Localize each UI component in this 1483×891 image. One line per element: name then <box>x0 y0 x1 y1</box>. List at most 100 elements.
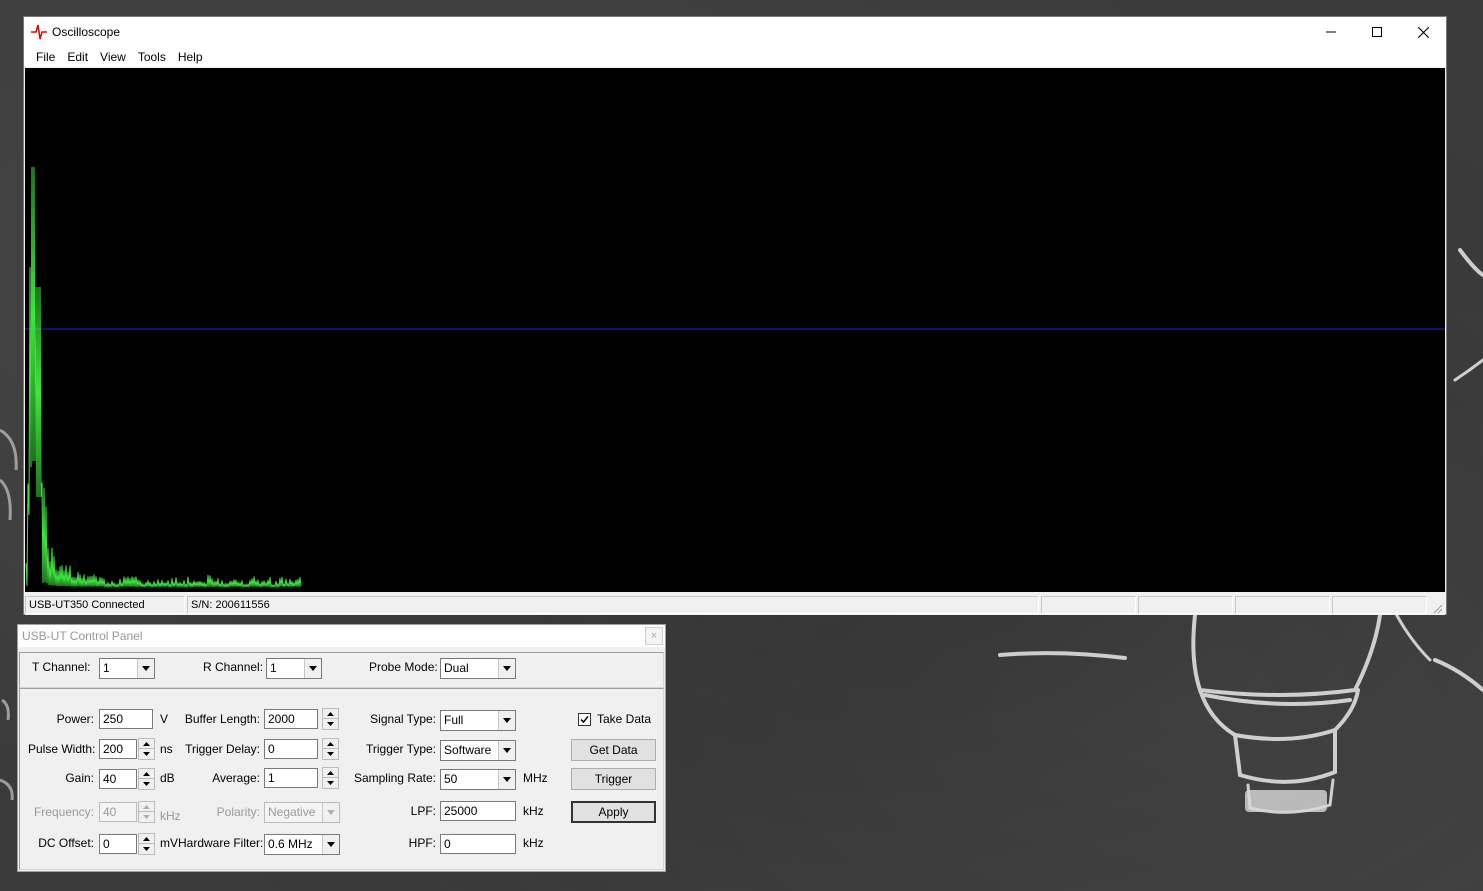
panel-title[interactable]: USB-UT Control Panel <box>18 625 665 647</box>
status-connection: USB-UT350 Connected <box>25 596 185 614</box>
spin-down-icon[interactable] <box>139 749 154 759</box>
spin-up-icon[interactable] <box>139 769 154 779</box>
close-button[interactable] <box>1400 17 1446 47</box>
r-channel-select[interactable]: 1 <box>266 658 322 679</box>
minimize-button[interactable] <box>1308 17 1354 47</box>
spin-up-icon[interactable] <box>139 739 154 749</box>
apply-button[interactable]: Apply <box>571 801 656 823</box>
hardware-filter-value: 0.6 MHz <box>268 837 313 851</box>
waveform-canvas <box>25 166 1445 589</box>
signal-type-value: Full <box>444 713 464 727</box>
menu-help[interactable]: Help <box>172 50 209 64</box>
t-channel-value: 1 <box>103 661 110 675</box>
trigger-type-value: Software <box>444 743 492 757</box>
polarity-label: Polarity: <box>216 805 260 819</box>
pulse-width-unit: ns <box>160 742 173 756</box>
close-icon <box>1417 26 1429 38</box>
control-panel: USB-UT Control Panel × T Channel: 1 R Ch… <box>17 624 666 872</box>
take-data-label: Take Data <box>597 712 652 726</box>
status-pane-4 <box>1138 596 1233 614</box>
spin-down-icon <box>139 812 154 822</box>
spin-up-icon[interactable] <box>323 739 338 749</box>
gain-input[interactable]: 40 <box>99 769 137 789</box>
t-channel-label: T Channel: <box>32 660 91 674</box>
lpf-label: LPF: <box>410 804 436 818</box>
frequency-input: 40 <box>99 802 137 822</box>
trigger-delay-spinner[interactable] <box>322 738 339 760</box>
waveform-display[interactable] <box>25 68 1445 592</box>
trigger-button[interactable]: Trigger <box>571 768 656 790</box>
minimize-icon <box>1326 31 1336 33</box>
dropdown-arrow-icon <box>498 770 515 789</box>
status-pane-5 <box>1235 596 1330 614</box>
spin-up-icon[interactable] <box>323 709 338 719</box>
status-bar: USB-UT350 Connected S/N: 200611556 <box>25 595 1445 615</box>
r-channel-value: 1 <box>270 661 277 675</box>
pulse-width-label: Pulse Width: <box>28 742 96 756</box>
status-pane-3 <box>1041 596 1136 614</box>
maximize-button[interactable] <box>1354 17 1400 47</box>
frequency-label: Frequency: <box>33 805 94 819</box>
average-input[interactable]: 1 <box>264 768 318 788</box>
panel-close-button[interactable]: × <box>645 627 663 645</box>
spin-down-icon[interactable] <box>139 844 154 854</box>
probe-mode-value: Dual <box>444 661 469 675</box>
t-channel-select[interactable]: 1 <box>99 658 155 679</box>
buffer-length-input[interactable]: 2000 <box>264 709 318 729</box>
spin-down-icon[interactable] <box>323 778 338 788</box>
r-channel-label: R Channel: <box>203 660 264 674</box>
hardware-filter-label: Hardware Filter: <box>178 836 264 850</box>
trigger-delay-input[interactable]: 0 <box>264 739 318 759</box>
signal-type-label: Signal Type: <box>370 712 436 726</box>
buffer-length-spinner[interactable] <box>322 708 339 730</box>
spin-up-icon[interactable] <box>323 768 338 778</box>
pulse-width-spinner[interactable] <box>138 738 155 760</box>
trigger-type-select[interactable]: Software <box>440 740 516 761</box>
get-data-button[interactable]: Get Data <box>571 739 656 761</box>
lpf-unit: kHz <box>523 804 544 818</box>
average-spinner[interactable] <box>322 767 339 789</box>
polarity-value: Negative <box>268 805 316 819</box>
menu-tools[interactable]: Tools <box>132 50 172 64</box>
status-serial: S/N: 200611556 <box>187 596 1039 614</box>
maximize-icon <box>1372 27 1382 37</box>
polarity-select: Negative <box>264 802 340 823</box>
sampling-rate-select[interactable]: 50 <box>440 769 516 790</box>
dc-offset-unit: mV <box>160 836 178 850</box>
sampling-rate-unit: MHz <box>523 771 548 785</box>
spin-down-icon[interactable] <box>323 749 338 759</box>
menu-edit[interactable]: Edit <box>61 50 94 64</box>
probe-mode-select[interactable]: Dual <box>440 658 516 679</box>
hardware-filter-select[interactable]: 0.6 MHz <box>264 834 340 855</box>
oscilloscope-app-icon <box>31 24 47 40</box>
status-pane-6 <box>1332 596 1427 614</box>
hpf-input[interactable]: 0 <box>440 834 516 854</box>
dc-offset-spinner[interactable] <box>138 833 155 855</box>
resize-grip-icon[interactable] <box>1431 602 1443 614</box>
gain-spinner[interactable] <box>138 768 155 790</box>
power-input[interactable]: 250 <box>99 709 153 729</box>
dropdown-arrow-icon <box>498 659 515 678</box>
menu-file[interactable]: File <box>30 50 61 64</box>
hpf-label: HPF: <box>408 836 436 850</box>
dropdown-arrow-icon <box>322 835 339 854</box>
spin-up-icon <box>139 802 154 812</box>
spin-down-icon[interactable] <box>139 779 154 789</box>
sampling-rate-value: 50 <box>444 772 458 786</box>
dropdown-arrow-icon <box>304 659 321 678</box>
spin-down-icon[interactable] <box>323 719 338 729</box>
menu-bar: File Edit View Tools Help <box>24 47 1446 67</box>
dropdown-arrow-icon <box>498 741 515 760</box>
checkmark-icon <box>580 716 589 724</box>
title-bar[interactable]: Oscilloscope <box>24 17 1446 47</box>
sampling-rate-label: Sampling Rate: <box>353 771 436 785</box>
spin-up-icon[interactable] <box>139 834 154 844</box>
dropdown-arrow-icon <box>322 803 339 822</box>
lpf-input[interactable]: 25000 <box>440 801 516 821</box>
signal-type-select[interactable]: Full <box>440 710 516 731</box>
take-data-checkbox[interactable] <box>578 713 591 726</box>
dc-offset-input[interactable]: 0 <box>99 834 137 854</box>
window-title: Oscilloscope <box>52 25 121 39</box>
menu-view[interactable]: View <box>94 50 132 64</box>
pulse-width-input[interactable]: 200 <box>99 739 137 759</box>
